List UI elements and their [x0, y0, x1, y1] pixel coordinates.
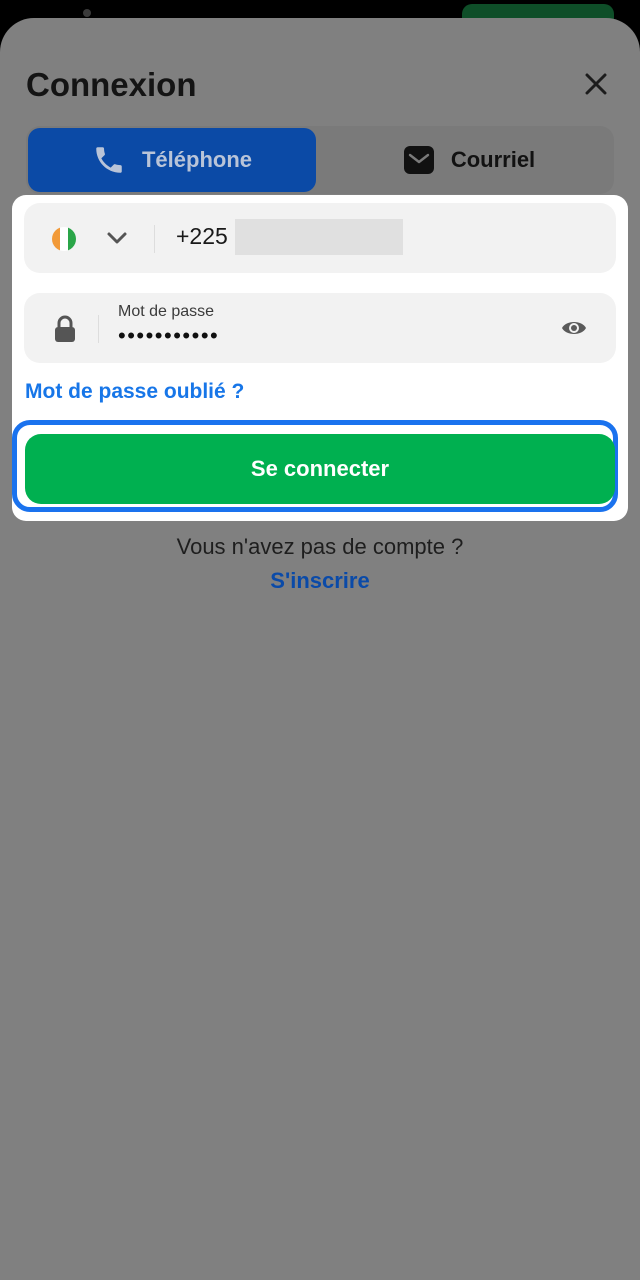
signup-link[interactable]: S'inscrire: [0, 568, 640, 594]
password-value: •••••••••••: [118, 323, 220, 348]
tab-phone-label: Téléphone: [141, 147, 252, 172]
close-button[interactable]: [578, 66, 614, 102]
login-form: +225 Mot de passe ••••••••••• Mot de pas…: [12, 195, 628, 521]
eye-icon[interactable]: [560, 315, 588, 341]
lock-icon: [55, 315, 75, 342]
ci-flag-icon[interactable]: [52, 227, 76, 251]
phone-icon: [96, 147, 122, 173]
mail-icon: [403, 146, 434, 174]
field-divider: [98, 315, 99, 343]
login-method-tabs: Téléphone Courriel: [26, 126, 614, 194]
forgot-password-link[interactable]: Mot de passe oublié ?: [25, 380, 244, 404]
password-label: Mot de passe: [118, 303, 215, 320]
tab-email-label: Courriel: [450, 147, 536, 172]
close-icon: [585, 73, 607, 95]
field-divider: [154, 225, 155, 253]
chevron-down-icon[interactable]: [104, 225, 130, 251]
phone-number-redacted[interactable]: [235, 219, 403, 255]
tab-phone[interactable]: Téléphone: [28, 128, 316, 192]
phone-field[interactable]: +225: [24, 203, 616, 273]
tab-email[interactable]: Courriel: [326, 128, 612, 192]
phone-prefix: +225: [176, 223, 228, 249]
no-account-prompt: Vous n'avez pas de compte ?: [176, 534, 464, 559]
password-field[interactable]: Mot de passe •••••••••••: [24, 293, 616, 363]
camera-dot: [83, 9, 91, 17]
login-button[interactable]: Se connecter: [25, 434, 615, 504]
page-title: Connexion: [26, 66, 197, 103]
